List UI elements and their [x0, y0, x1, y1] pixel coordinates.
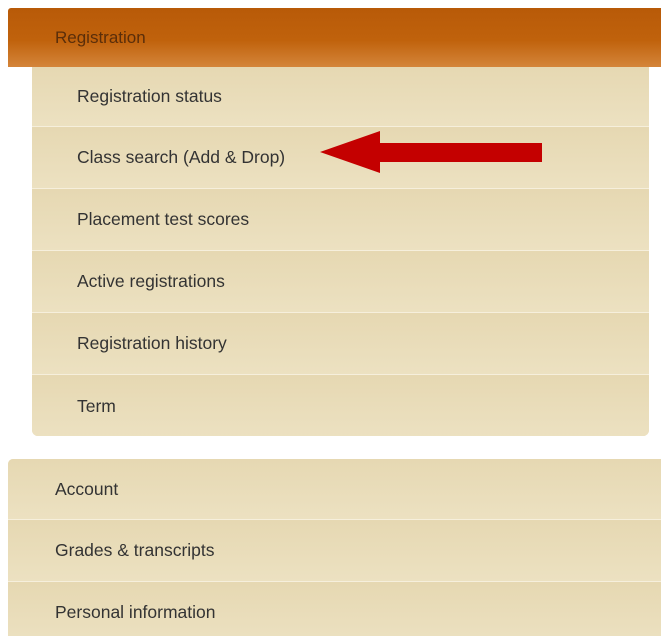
submenu-item-term[interactable]: Term [32, 375, 649, 436]
submenu-item-placement-test-scores[interactable]: Placement test scores [32, 189, 649, 251]
menu-item-personal-information[interactable]: Personal information [8, 582, 661, 636]
submenu-item-active-registrations[interactable]: Active registrations [32, 251, 649, 313]
submenu-item-label: Class search (Add & Drop) [77, 147, 286, 167]
submenu-item-label: Registration status [77, 86, 222, 106]
menu-item-label: Grades & transcripts [55, 540, 215, 560]
left-arrow-icon [320, 131, 542, 173]
registration-submenu: Registration status Class search (Add & … [32, 67, 649, 436]
menu-item-grades-transcripts[interactable]: Grades & transcripts [8, 520, 661, 582]
menu-item-label: Personal information [55, 602, 216, 622]
submenu-item-label: Placement test scores [77, 209, 250, 229]
submenu-item-registration-status[interactable]: Registration status [32, 67, 649, 127]
main-menu: Account Grades & transcripts Personal in… [8, 459, 661, 636]
registration-menu-header[interactable]: Registration [8, 8, 661, 67]
menu-item-account[interactable]: Account [8, 459, 661, 520]
submenu-item-label: Active registrations [77, 271, 225, 291]
menu-item-label: Account [55, 478, 119, 499]
submenu-item-label: Term [77, 395, 116, 416]
submenu-item-label: Registration history [77, 333, 227, 353]
registration-menu-header-label: Registration [55, 27, 146, 47]
submenu-item-registration-history[interactable]: Registration history [32, 313, 649, 375]
